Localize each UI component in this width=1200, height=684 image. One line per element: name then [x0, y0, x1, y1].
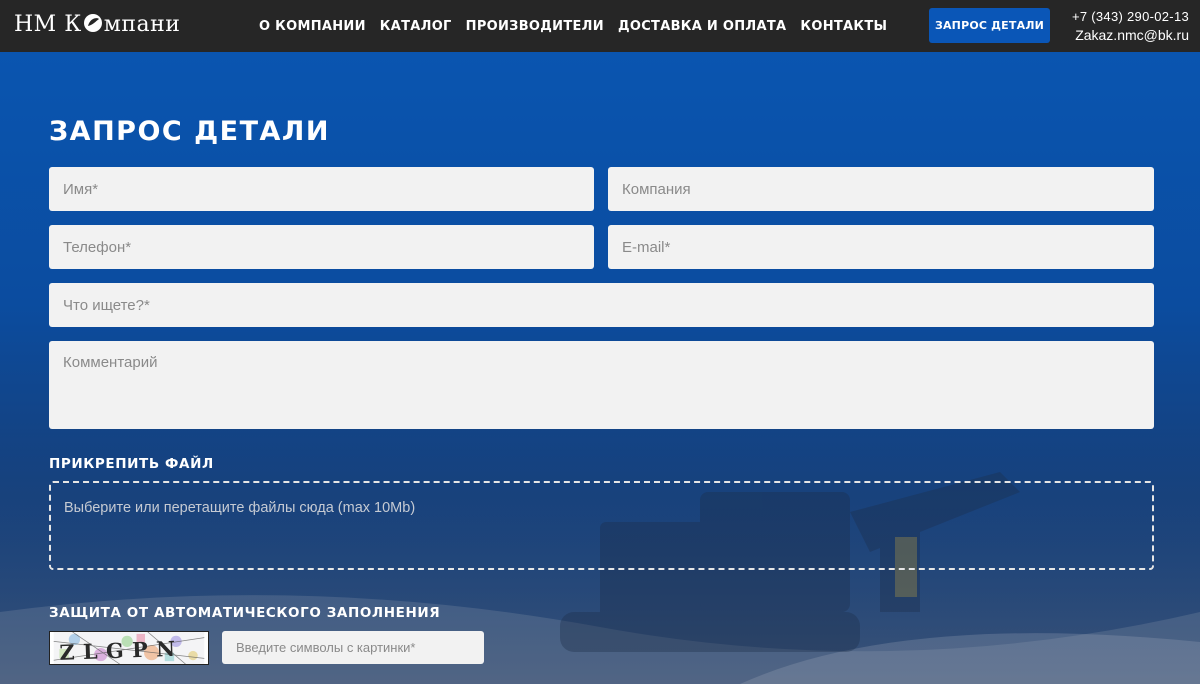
request-form-section: ЗАПРОС ДЕТАЛИ ПРИКРЕПИТЬ ФАЙЛ Выберите и… — [0, 52, 1200, 684]
file-dropzone[interactable]: Выберите или перетащите файлы сюда (max … — [49, 481, 1154, 570]
phone-link[interactable]: +7 (343) 290-02-13 — [1072, 7, 1189, 26]
phone-input[interactable] — [49, 225, 594, 269]
captcha-label: ЗАЩИТА ОТ АВТОМАТИЧЕСКОГО ЗАПОЛНЕНИЯ — [49, 605, 441, 621]
nav-catalog[interactable]: КАТАЛОГ — [380, 19, 452, 34]
captcha-text: ZLGPN — [59, 637, 184, 665]
main-nav: О КОМПАНИИ КАТАЛОГ ПРОИЗВОДИТЕЛИ ДОСТАВК… — [259, 19, 887, 34]
nav-manufacturers[interactable]: ПРОИЗВОДИТЕЛИ — [466, 19, 604, 34]
email-link[interactable]: Zakaz.nmc@bk.ru — [1072, 26, 1189, 45]
comment-textarea[interactable] — [49, 341, 1154, 429]
form-title: ЗАПРОС ДЕТАЛИ — [49, 116, 330, 147]
nav-delivery[interactable]: ДОСТАВКА И ОПЛАТА — [618, 19, 786, 34]
logo-text-start: НМ К — [14, 12, 82, 37]
request-part-button[interactable]: ЗАПРОС ДЕТАЛИ — [929, 8, 1050, 43]
site-header: НМ К мпани О КОМПАНИИ КАТАЛОГ ПРОИЗВОДИТЕ… — [0, 0, 1200, 52]
attach-file-label: ПРИКРЕПИТЬ ФАЙЛ — [49, 456, 214, 472]
company-input[interactable] — [608, 167, 1154, 211]
header-contacts: +7 (343) 290-02-13 Zakaz.nmc@bk.ru — [1072, 7, 1189, 45]
logo-text-end: мпани — [103, 12, 181, 37]
captcha-input[interactable] — [222, 631, 484, 664]
email-input[interactable] — [608, 225, 1154, 269]
logo-leaf-icon — [83, 14, 102, 32]
name-input[interactable] — [49, 167, 594, 211]
captcha-image[interactable]: ZLGPN — [49, 631, 209, 665]
query-input[interactable] — [49, 283, 1154, 327]
nav-about[interactable]: О КОМПАНИИ — [259, 19, 366, 34]
logo[interactable]: НМ К мпани — [14, 12, 180, 37]
nav-contacts[interactable]: КОНТАКТЫ — [800, 19, 887, 34]
dropzone-text: Выберите или перетащите файлы сюда (max … — [64, 500, 416, 516]
